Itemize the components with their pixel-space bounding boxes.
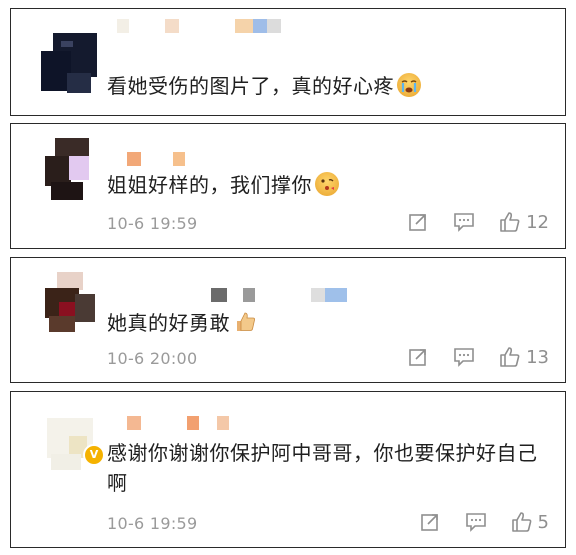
comment-timestamp: 10-6 20:00 xyxy=(107,349,198,368)
share-icon[interactable] xyxy=(407,346,429,368)
username-blurred[interactable] xyxy=(117,19,307,33)
username-blurred[interactable] xyxy=(117,152,307,166)
comment-text: 姐姐好样的，我们撑你 xyxy=(107,170,541,200)
verified-badge: V xyxy=(83,444,105,466)
share-icon[interactable] xyxy=(419,511,441,533)
username-blurred[interactable] xyxy=(117,416,307,430)
like-count: 5 xyxy=(537,511,549,533)
comment-card-3: 她真的好勇敢 10-6 20:00 13 xyxy=(10,257,566,383)
comment-timestamp: 10-6 19:59 xyxy=(107,214,198,233)
thumbs-up-icon xyxy=(233,310,257,334)
like-button[interactable]: 13 xyxy=(499,346,549,368)
comment-text: 感谢你谢谢你保护阿中哥哥，你也要保护好自己啊 xyxy=(107,441,538,495)
comment-actions: 5 xyxy=(419,511,549,533)
comment-card-4: V 感谢你谢谢你保护阿中哥哥，你也要保护好自己啊 10-6 19:59 5 xyxy=(10,391,566,548)
like-count: 13 xyxy=(526,346,549,368)
like-count: 12 xyxy=(526,211,549,233)
comment-timestamp: 10-6 19:59 xyxy=(107,514,198,533)
comment-actions: 13 xyxy=(407,346,549,368)
avatar[interactable] xyxy=(41,138,101,200)
share-icon[interactable] xyxy=(407,211,429,233)
thumbs-up-icon xyxy=(500,212,520,232)
thumbs-up-icon xyxy=(500,347,520,367)
username-blurred[interactable] xyxy=(211,288,401,302)
comment-icon[interactable] xyxy=(465,511,487,533)
thumbs-up-icon xyxy=(511,512,531,532)
comment-card-1: 看她受伤的图片了，真的好心疼 xyxy=(10,8,566,116)
comment-icon[interactable] xyxy=(453,211,475,233)
avatar[interactable] xyxy=(41,272,101,332)
comment-icon[interactable] xyxy=(453,346,475,368)
crying-face-icon xyxy=(397,73,421,97)
comment-text: 她真的好勇敢 xyxy=(107,308,541,338)
comment-text: 看她受伤的图片了，真的好心疼 xyxy=(107,71,541,101)
comment-card-2: 姐姐好样的，我们撑你 10-6 19:59 12 xyxy=(10,123,566,249)
comment-actions: 12 xyxy=(407,211,549,233)
like-button[interactable]: 5 xyxy=(511,511,549,533)
like-button[interactable]: 12 xyxy=(499,211,549,233)
avatar[interactable] xyxy=(41,33,101,93)
face-blowing-kiss-icon xyxy=(315,172,339,196)
